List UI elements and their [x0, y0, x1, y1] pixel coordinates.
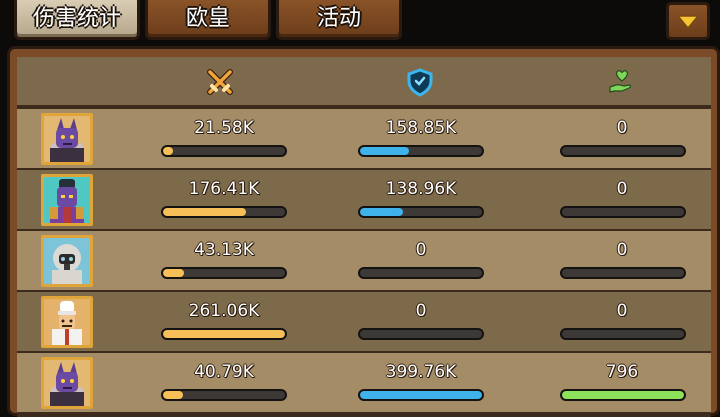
- purple-spiked-demon-portrait: [50, 362, 84, 406]
- damage-taken-bar: [358, 206, 484, 218]
- damage-bar-fill: [163, 208, 246, 216]
- damage-value: 43.13K: [194, 240, 254, 260]
- damage-taken-bar: [358, 267, 484, 279]
- column-header-row: [17, 57, 711, 105]
- hero-avatar: [41, 174, 93, 226]
- healing-bar-fill: [562, 391, 684, 399]
- purple-spiked-demon-portrait: [50, 118, 84, 162]
- damage-bar: [161, 206, 287, 218]
- healing-value: 0: [616, 301, 628, 321]
- healing-bar: [560, 145, 686, 157]
- player-row[interactable]: 43.13K 0 0: [17, 231, 711, 290]
- damage-bar: [161, 328, 287, 340]
- hero-avatar: [41, 296, 93, 348]
- damage-taken-value: 0: [415, 301, 427, 321]
- hero-avatar: [41, 235, 93, 287]
- damage-taken-value: 158.85K: [385, 118, 457, 138]
- healing-bar: [560, 389, 686, 401]
- damage-bar-fill: [163, 269, 184, 277]
- healing-value: 0: [616, 179, 628, 199]
- player-row[interactable]: 176.41K 138.96K 0: [17, 170, 711, 229]
- damage-bar-fill: [163, 147, 173, 155]
- hero-avatar: [41, 113, 93, 165]
- tab-damage-stats[interactable]: 伤害统计: [14, 0, 140, 40]
- damage-taken-value: 138.96K: [385, 179, 457, 199]
- healing-value: 0: [616, 118, 628, 138]
- healing-bar: [560, 206, 686, 218]
- damage-taken-bar: [358, 389, 484, 401]
- stats-table: 21.58K 158.85K 0 176.41K 138.96K 0 43.13…: [17, 57, 711, 417]
- damage-taken-bar: [358, 328, 484, 340]
- collapse-button[interactable]: [666, 2, 710, 40]
- tab-lucky[interactable]: 欧皇: [145, 0, 271, 40]
- healing-value: 796: [605, 362, 639, 382]
- damage-bar: [161, 267, 287, 279]
- damage-bar: [161, 145, 287, 157]
- shield-icon: [407, 68, 433, 97]
- white-hooded-masked-portrait: [52, 244, 82, 284]
- damage-taken-value: 0: [415, 240, 427, 260]
- purple-mohawk-warrior-portrait: [50, 179, 84, 223]
- damage-taken-bar-fill: [360, 147, 409, 155]
- damage-bar: [161, 389, 287, 401]
- damage-taken-bar: [358, 145, 484, 157]
- healing-bar: [560, 328, 686, 340]
- player-row[interactable]: 261.06K 0 0: [17, 292, 711, 351]
- healing-value: 0: [616, 240, 628, 260]
- chevron-down-icon: [676, 15, 700, 30]
- damage-stats-panel: 21.58K 158.85K 0 176.41K 138.96K 0 43.13…: [7, 46, 720, 417]
- damage-bar-fill: [163, 391, 183, 399]
- damage-value: 40.79K: [194, 362, 254, 382]
- hero-avatar: [41, 357, 93, 409]
- healing-bar: [560, 267, 686, 279]
- player-row[interactable]: 21.58K 158.85K 0: [17, 109, 711, 168]
- damage-value: 261.06K: [188, 301, 260, 321]
- damage-taken-bar-fill: [360, 391, 482, 399]
- heart-hand-icon: [609, 70, 632, 93]
- damage-value: 176.41K: [188, 179, 260, 199]
- tab-events[interactable]: 活动: [276, 0, 402, 40]
- crossed-swords-icon: [207, 69, 233, 95]
- damage-value: 21.58K: [194, 118, 254, 138]
- damage-bar-fill: [163, 330, 285, 338]
- damage-taken-bar-fill: [360, 208, 403, 216]
- damage-taken-value: 399.76K: [385, 362, 457, 382]
- tab-bar: 伤害统计 欧皇 活动: [0, 0, 720, 46]
- chef-hat-cook-portrait: [52, 301, 82, 345]
- player-row[interactable]: 40.79K 399.76K 796: [17, 353, 711, 412]
